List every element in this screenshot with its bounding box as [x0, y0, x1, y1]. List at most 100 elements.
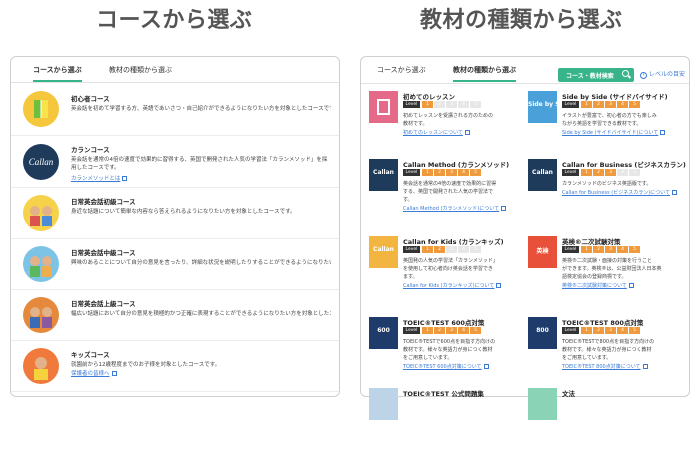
- book-icon: [377, 99, 390, 115]
- external-link-icon: [483, 364, 489, 369]
- tab-by-course[interactable]: コースから選ぶ: [33, 65, 82, 82]
- level-label: Level: [562, 327, 579, 334]
- course-item-daily-basic[interactable]: 日常英会話初級コース 身近な話題について簡単な内容なら答えられるようになりたい方…: [11, 188, 339, 239]
- material-detail-link[interactable]: Side by Side (サイドバイサイド)について: [562, 129, 666, 136]
- material-card[interactable]: 600 TOEIC®TEST 600点対策 Level 1 2 3 4 5 TOEIC®TEST…: [369, 317, 524, 387]
- course-item-beginner[interactable]: 初心者コース 英会話を初めて学習する方、英語であいさつ・自己紹介ができるようにな…: [11, 85, 339, 136]
- level-box: 1: [581, 169, 592, 176]
- external-link-icon: [642, 364, 648, 369]
- callan-course-icon: Callan: [23, 144, 59, 180]
- level-box: 4: [617, 101, 628, 108]
- material-title: 文法: [562, 390, 575, 398]
- course-title: カランコース: [71, 146, 110, 154]
- course-item-partial[interactable]: [11, 392, 339, 396]
- material-card[interactable]: Callan Callan for Kids (カランキッズ) Level 1 2 3 4 5…: [369, 236, 524, 306]
- material-desc-line: 英会話を通常の4倍の速度で効果的に習得: [403, 181, 497, 187]
- material-desc-line: ができます。英検®は、公益財団法人日本英: [562, 266, 662, 272]
- course-title: キッズコース: [71, 351, 110, 359]
- thumbnail-text: 600: [377, 327, 390, 334]
- material-detail-link[interactable]: TOEIC®TEST 600点対策について: [403, 363, 489, 370]
- tab-by-course[interactable]: コースから選ぶ: [377, 65, 426, 80]
- material-card[interactable]: Side by Side Side by Side (サイドバイサイド)Level…: [528, 91, 683, 161]
- material-desc-line: 初めてレッスンを受講される方のための: [403, 113, 494, 119]
- material-detail-link-text: TOEIC®TEST 600点対策について: [403, 364, 482, 370]
- level-guide-link[interactable]: ? レベルの目安: [640, 69, 685, 79]
- material-card[interactable]: 英検 英検®二次試験対策 Level 1 2 3 4 5 英検®二次試験・面接の対策を行うことが…: [528, 236, 683, 306]
- material-card[interactable]: TOEIC®TEST 公式問題集: [369, 388, 524, 458]
- course-desc: 英会話を初めて学習する方、英語であいさつ・自己紹介ができるようになりたい方を対象…: [71, 106, 331, 112]
- level-box: 2: [434, 246, 445, 253]
- left-heading: コースから選ぶ: [96, 8, 253, 33]
- tab-by-material[interactable]: 教材の種類から選ぶ: [109, 65, 172, 80]
- material-title: TOEIC®TEST 800点対策: [562, 319, 644, 327]
- course-title: 初心者コース: [71, 95, 110, 103]
- material-title: TOEIC®TEST 公式問題集: [403, 390, 484, 398]
- material-thumbnail: Callan: [528, 159, 557, 191]
- material-desc: TOEIC®TESTで800点を目指す方向けの 教材です。様々な英語力が身につく教…: [562, 338, 682, 362]
- material-card[interactable]: 文法: [528, 388, 683, 458]
- course-desc: 英会話を通常の4倍の速度で効果的に習得する、英国で開発された人気の学習法「カラン…: [71, 157, 328, 171]
- course-title: 日常英会話中級コース: [71, 249, 136, 257]
- daily-intermediate-course-icon: [23, 246, 59, 282]
- material-thumbnail: [528, 388, 557, 420]
- callan-method-link[interactable]: カランメソッドとは: [71, 174, 128, 182]
- material-card[interactable]: Callan Callan for Business (ビジネスカラン) Level…: [528, 159, 686, 229]
- level-box: 3: [446, 169, 457, 176]
- thumbnail-text: 800: [536, 327, 549, 334]
- level-box: 5: [629, 169, 640, 176]
- level-box: 3: [605, 169, 616, 176]
- parents-link[interactable]: 保護者の皆様へ: [71, 369, 117, 377]
- level-box: 3: [605, 327, 616, 334]
- material-detail-link-text: TOEIC®TEST 800点対策について: [562, 364, 641, 370]
- external-link-icon: [501, 206, 507, 211]
- material-desc-line: 英国発の人気の学習法「カランメソッド」: [403, 258, 498, 264]
- material-desc-line: 英検®二次試験・面接の対策を行うこと: [562, 258, 653, 264]
- course-item-callan[interactable]: Callan カランコース 英会話を通常の4倍の速度で効果的に習得する、英国で開…: [11, 136, 339, 188]
- material-detail-link[interactable]: 初めてのレッスンについて: [403, 129, 470, 136]
- material-title: Callan Method (カランメソッド): [403, 161, 510, 169]
- material-desc: TOEIC®TESTで600点を目指す方向けの 教材です。様々な英語力が身につく教…: [403, 338, 523, 362]
- material-detail-link-text: Callan for Kids (カランキッズ)について: [403, 283, 495, 289]
- material-card[interactable]: 800 TOEIC®TEST 800点対策 Level 1 2 3 4 5 TOEIC®TEST…: [528, 317, 683, 387]
- callan-method-link-text: カランメソッドとは: [71, 176, 121, 182]
- material-desc-line: す。: [403, 197, 413, 203]
- material-detail-link[interactable]: Callan for Business (ビジネスカラン)について: [562, 189, 678, 196]
- question-icon: ?: [640, 72, 647, 79]
- material-thumbnail: Callan: [369, 236, 398, 268]
- level-box: 1: [422, 169, 433, 176]
- level-label: Level: [562, 101, 579, 108]
- thumbnail-text: Callan: [373, 169, 394, 176]
- svg-text:Callan: Callan: [29, 157, 54, 167]
- level-box: 2: [593, 101, 604, 108]
- thumbnail-text: Callan: [373, 246, 394, 253]
- level-box: 2: [593, 169, 604, 176]
- material-card[interactable]: 初めてのレッスン Level 1 2 3 4 5 初めてレッスンを受講される方のための 教材です…: [369, 91, 524, 161]
- daily-basic-course-icon: [23, 195, 59, 231]
- material-detail-link[interactable]: TOEIC®TEST 800点対策について: [562, 363, 648, 370]
- course-item-daily-intermediate[interactable]: 日常英会話中級コース 興味のあることについて自分の意見を言ったり、詳細な状況を説…: [11, 239, 339, 290]
- material-card[interactable]: Callan Callan Method (カランメソッド) Level 1 2 3 4 5 英…: [369, 159, 524, 229]
- material-desc: 英検®二次試験・面接の対策を行うことができます。英検®は、公益財団法人日本英 語検…: [562, 257, 682, 281]
- level-guide-text: レベルの目安: [649, 71, 686, 78]
- material-detail-link[interactable]: 英検®二次試験対策について: [562, 282, 634, 289]
- level-box: 2: [434, 327, 445, 334]
- material-thumbnail: 英検: [528, 236, 557, 268]
- level-box: 5: [629, 101, 640, 108]
- course-material-search-button[interactable]: コース・教材検索: [558, 68, 634, 82]
- material-detail-link[interactable]: Callan Method (カランメソッド)について: [403, 205, 507, 212]
- material-detail-link[interactable]: Callan for Kids (カランキッズ)について: [403, 282, 502, 289]
- material-desc-line: 語検定協会の登録商標です。: [562, 274, 627, 280]
- level-box: 4: [458, 327, 469, 334]
- material-desc: イラストが豊富で、初心者の方でも楽しみ ながら英語を学習できる教材です。: [562, 112, 682, 128]
- material-title: 英検®二次試験対策: [562, 238, 621, 246]
- thumbnail-text: 英検: [536, 248, 549, 255]
- level-box: 2: [434, 169, 445, 176]
- level-box: 1: [422, 327, 433, 334]
- tab-by-material[interactable]: 教材の種類から選ぶ: [453, 65, 516, 82]
- level-box: 4: [617, 246, 628, 253]
- level-box: 4: [458, 246, 469, 253]
- course-item-daily-advanced[interactable]: 日常英会話上級コース 幅広い話題において自分の意見を積極的かつ正確に表現すること…: [11, 290, 339, 341]
- course-item-kids[interactable]: キッズコース 就園前から12歳程度までのお子様を対象としたコースです。 保護者の…: [11, 341, 339, 392]
- material-desc-line: を使用して初心者向け英会話を学習でき: [403, 266, 493, 272]
- level-box: 1: [581, 327, 592, 334]
